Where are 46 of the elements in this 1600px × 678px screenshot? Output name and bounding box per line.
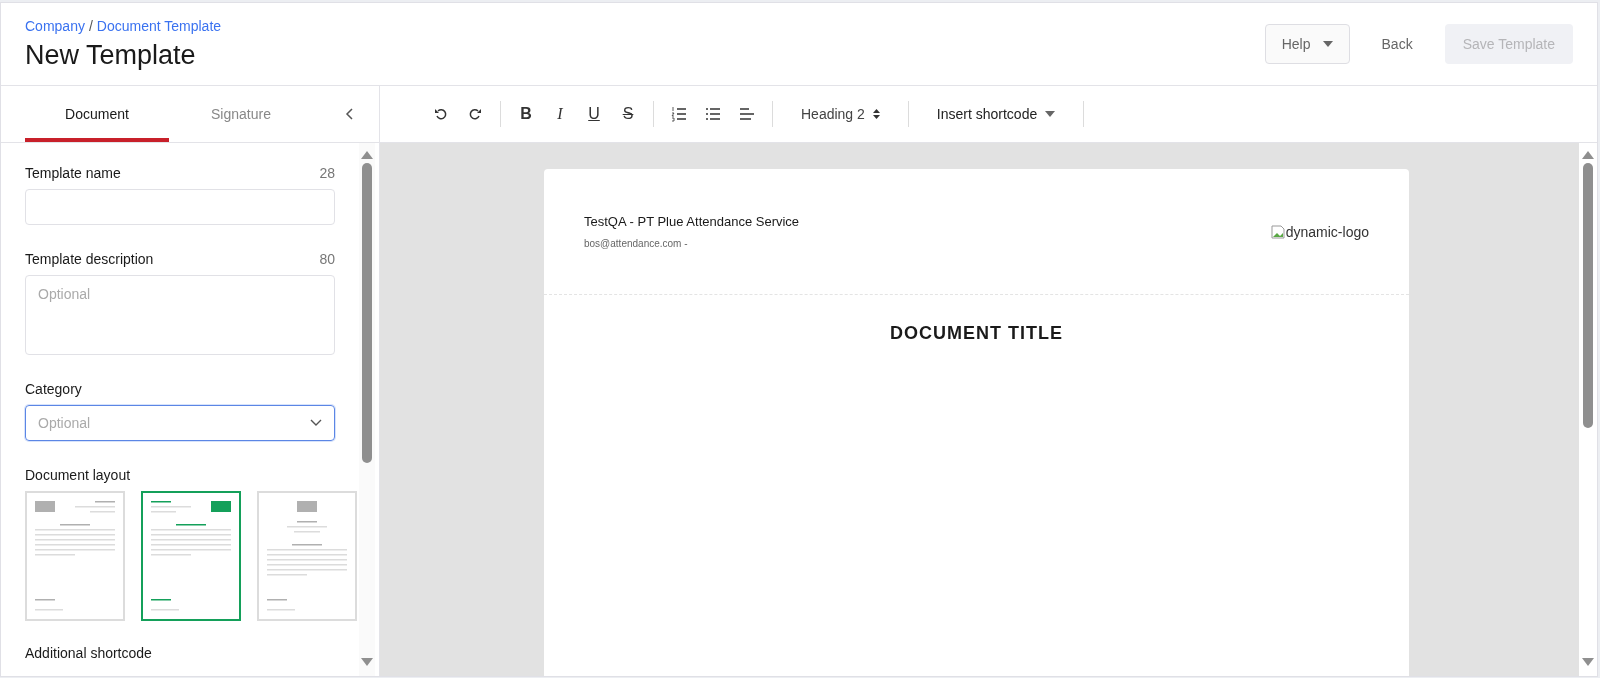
- sidebar-tab[interactable]: Document: [25, 86, 169, 142]
- underline-button[interactable]: U: [583, 103, 605, 125]
- company-contact: bos@attendance.com -: [584, 238, 689, 249]
- field-label: Template description: [25, 251, 154, 267]
- scroll-up-icon[interactable]: [361, 151, 373, 159]
- character-counter: 80: [319, 251, 335, 267]
- field-placeholder: Optional: [38, 415, 91, 431]
- numbered-list-icon[interactable]: [671, 106, 687, 122]
- scroll-down-icon[interactable]: [1582, 658, 1594, 666]
- document-title: DOCUMENT TITLE: [889, 323, 1064, 344]
- section-label: Document layout: [25, 467, 131, 483]
- help-button[interactable]: Help: [1264, 24, 1350, 64]
- scrollbar[interactable]: [1579, 143, 1597, 676]
- sort-arrows-icon: [872, 109, 880, 119]
- broken-image-icon: [1270, 224, 1285, 239]
- insert-shortcode-dropdown[interactable]: Insert shortcode: [908, 101, 1085, 127]
- strikethrough-button[interactable]: S: [617, 103, 639, 125]
- bold-button[interactable]: B: [515, 103, 537, 125]
- undo-icon[interactable]: [433, 106, 449, 122]
- heading-select[interactable]: Heading 2: [773, 101, 909, 127]
- company-name: TestQA - PT Plue Attendance Service: [584, 214, 800, 229]
- scroll-up-icon[interactable]: [1582, 151, 1594, 159]
- field-placeholder: Optional: [38, 286, 91, 302]
- scroll-down-icon[interactable]: [361, 658, 373, 666]
- redo-icon[interactable]: [467, 106, 483, 122]
- layout-thumbnail[interactable]: [141, 491, 241, 621]
- breadcrumb-separator: /: [88, 17, 93, 34]
- chevron-left-icon[interactable]: [345, 107, 355, 121]
- italic-button[interactable]: I: [549, 103, 571, 125]
- bullet-list-icon[interactable]: [705, 106, 721, 122]
- section-label: Additional shortcode: [25, 645, 152, 661]
- caret-icon: [1045, 111, 1056, 117]
- text-field[interactable]: [25, 189, 335, 225]
- breadcrumb-link[interactable]: Document Template: [96, 17, 222, 34]
- breadcrumb-link[interactable]: Company: [25, 17, 85, 34]
- field-label: Category: [25, 381, 82, 397]
- align-left-icon[interactable]: [739, 106, 755, 122]
- page-title: New Template: [25, 39, 197, 71]
- caret-icon: [1322, 41, 1333, 47]
- chevron-down-icon: [310, 419, 322, 427]
- back-button[interactable]: Back: [1365, 24, 1429, 64]
- scrollbar[interactable]: [359, 143, 375, 676]
- character-counter: 28: [319, 165, 335, 181]
- sidebar-tab[interactable]: Signature: [169, 86, 313, 142]
- logo-alt-text: dynamic-logo: [1285, 223, 1369, 240]
- field-label: Template name: [25, 165, 121, 181]
